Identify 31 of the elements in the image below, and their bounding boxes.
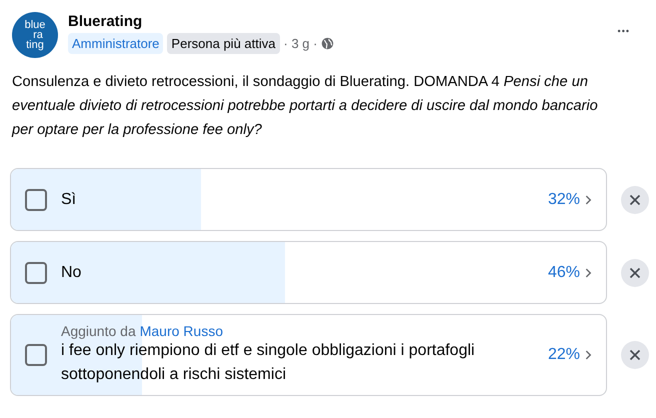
vote-percent[interactable]: 22% — [548, 346, 580, 364]
remove-button[interactable] — [621, 341, 649, 369]
poll-option[interactable]: Aggiunto da Mauro Russo i fee only riempiono di etf e singole obbligazioni i portafogli sottoponendoli a rischi sistemici 22% — [10, 314, 607, 396]
vote-percent[interactable]: 46% — [548, 264, 580, 282]
author-name[interactable]: Bluerating — [68, 13, 608, 30]
post-time[interactable]: · 3 g · — [284, 36, 318, 51]
poll-option[interactable]: No 46% — [10, 241, 607, 304]
more-options-button[interactable]: ••• — [618, 26, 630, 36]
checkbox[interactable] — [25, 344, 47, 366]
added-by-label: Aggiunto da — [61, 323, 136, 339]
option-label: Sì — [61, 190, 78, 210]
globe-icon — [321, 37, 334, 50]
member-badge: Persona più attiva — [167, 33, 280, 54]
option-label: i fee only riempiono di etf e singole obbligazioni i portafogli sottoponendoli a rischi sistemici — [61, 341, 476, 385]
option-label: No — [61, 262, 82, 282]
close-icon — [629, 194, 641, 206]
poll-option[interactable]: Sì 32% — [10, 168, 607, 231]
post-text: Consulenza e divieto retrocessioni, il sondaggio di Bluerating. DOMANDA 4 Pensi che un eventuale divieto di retrocessioni potrebbe portarti a decidere di uscire dal mondo bancario per optare per la professione fee only? — [12, 73, 599, 140]
close-icon — [629, 349, 641, 361]
chevron-icon — [585, 266, 592, 278]
user-link[interactable]: Mauro Russo — [140, 323, 223, 339]
vote-percent[interactable]: 32% — [548, 190, 580, 208]
member-badge: Amministratore — [68, 33, 164, 54]
chevron-icon — [585, 194, 592, 206]
chevron-icon — [585, 349, 592, 361]
page-avatar[interactable]: blue ra ting — [12, 12, 58, 58]
close-icon — [629, 266, 641, 278]
checkbox[interactable] — [25, 188, 47, 210]
remove-button[interactable] — [621, 258, 649, 286]
remove-button[interactable] — [621, 186, 649, 214]
checkbox[interactable] — [25, 262, 47, 284]
